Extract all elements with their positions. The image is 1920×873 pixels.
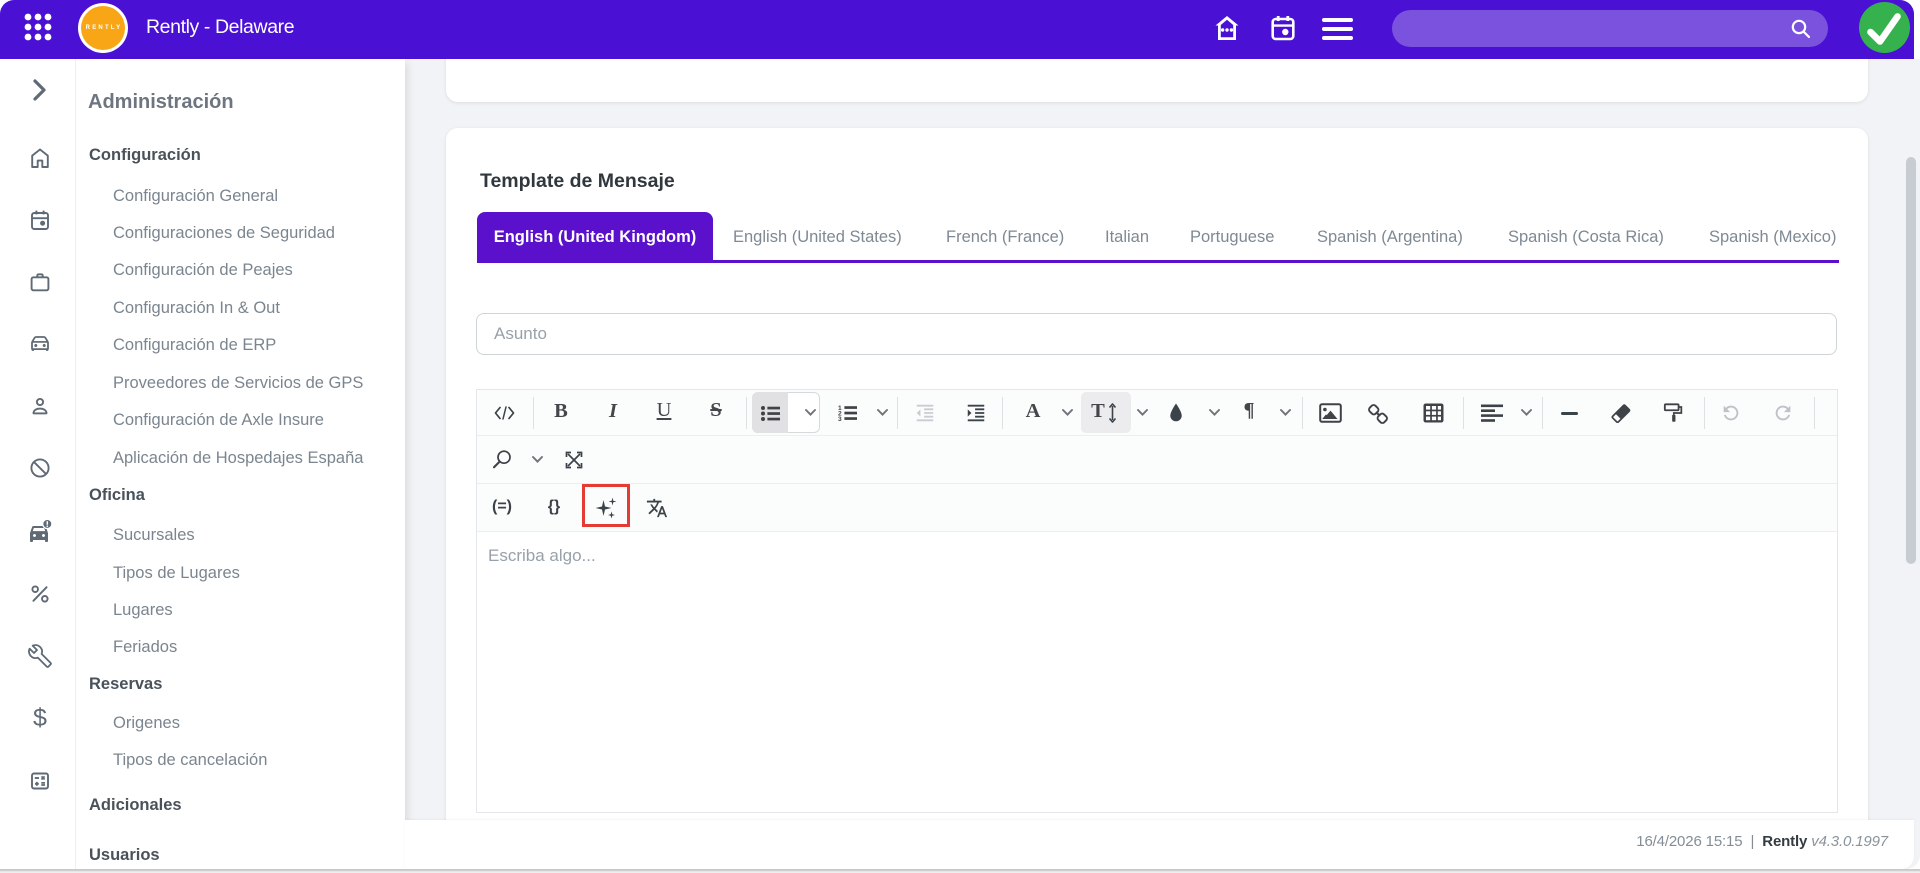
svg-text:3: 3 [838, 416, 842, 421]
